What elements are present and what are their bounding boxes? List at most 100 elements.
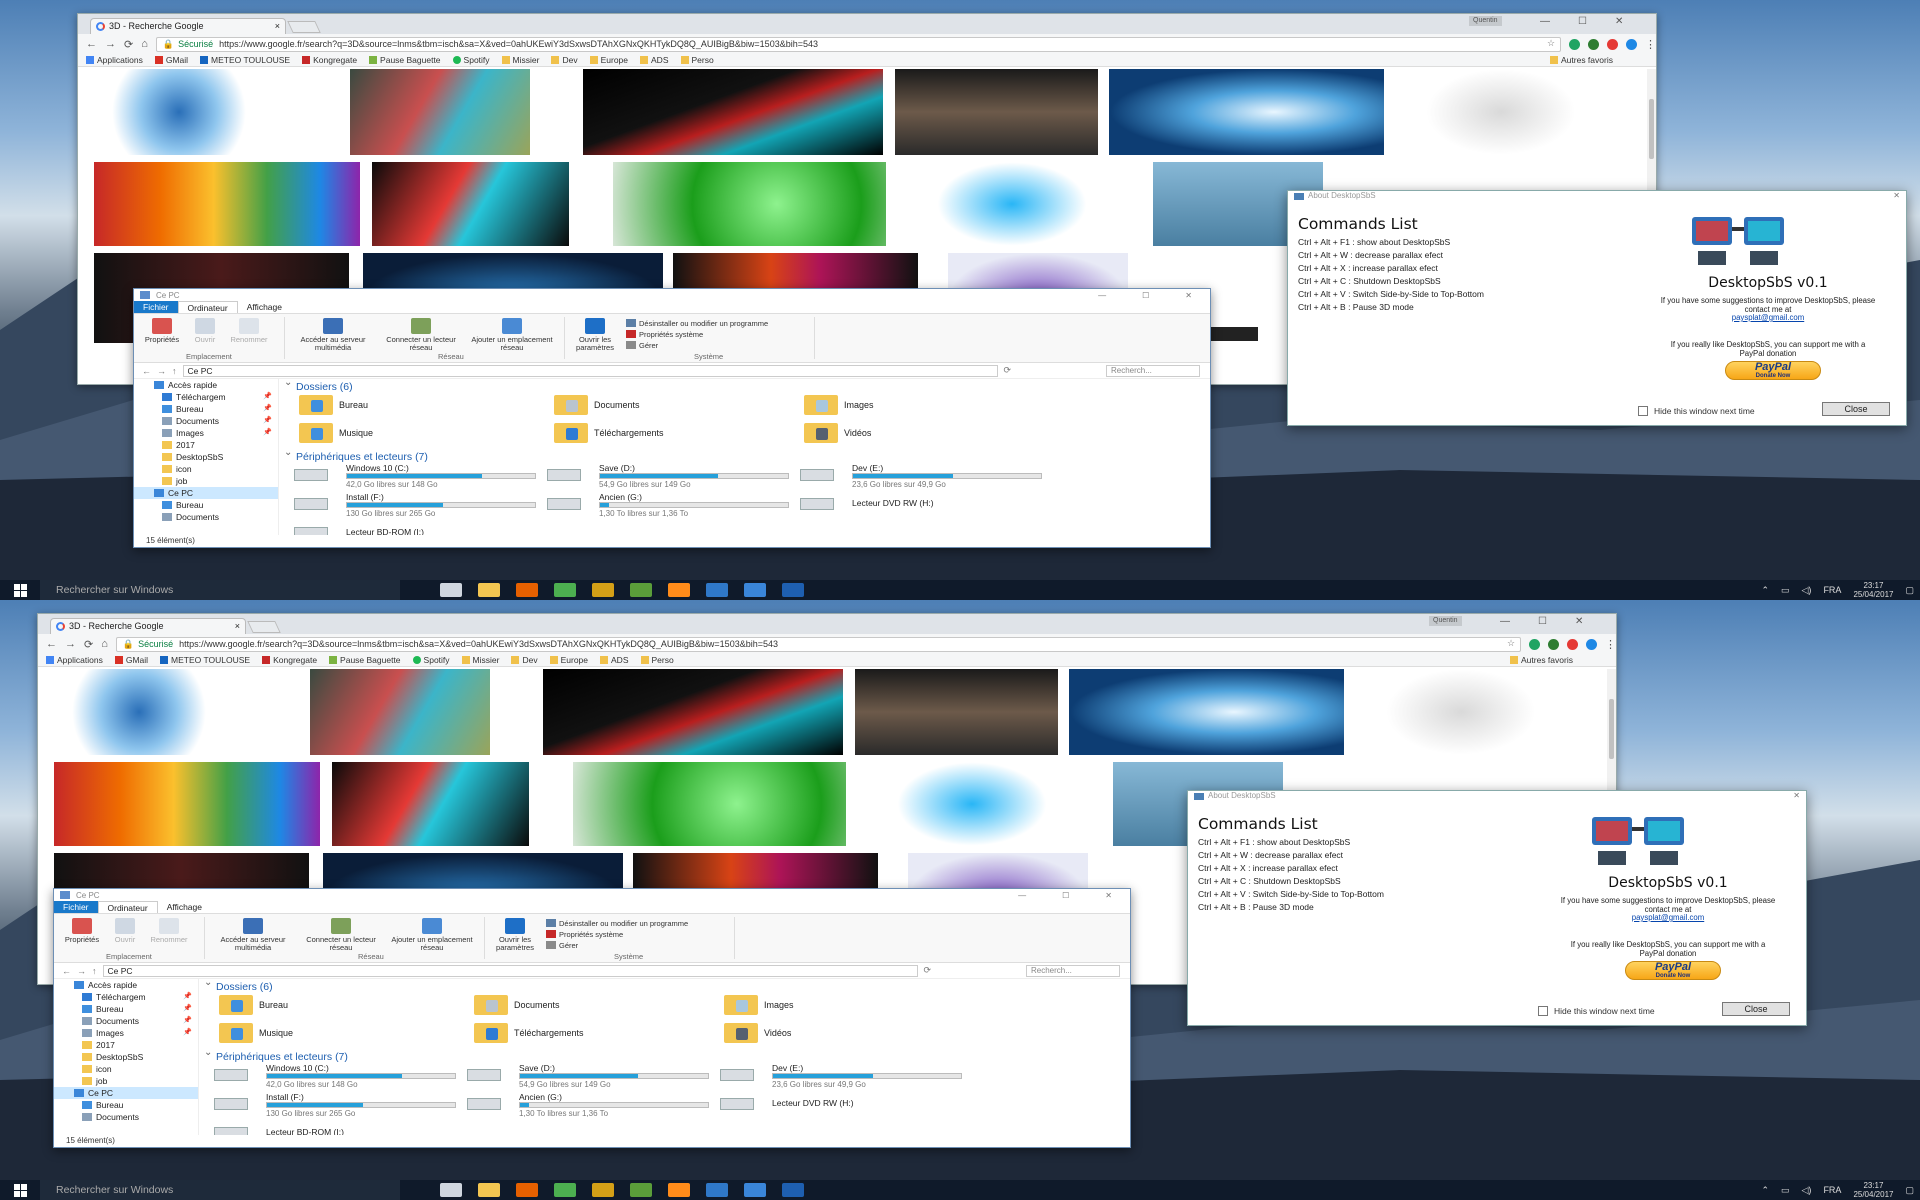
network-icon[interactable]: ▭ (1781, 1185, 1790, 1196)
section-dossiers[interactable]: Dossiers (6) (284, 377, 1199, 395)
ajouter-emplacement-button[interactable]: Ajouter un emplacement réseau (386, 918, 478, 952)
image-result[interactable] (94, 69, 264, 155)
nav-item[interactable]: 2017 (134, 439, 278, 451)
clock[interactable]: 23:17 25/04/2017 (1853, 581, 1893, 599)
image-result[interactable] (583, 69, 883, 155)
back-icon[interactable]: ← (46, 638, 57, 650)
search-input[interactable]: Recherch... (1026, 965, 1120, 977)
maximize-button[interactable]: ☐ (1578, 16, 1587, 27)
extension-icon[interactable] (1569, 38, 1581, 50)
section-dossiers[interactable]: Dossiers (6) (204, 977, 1119, 995)
image-result[interactable] (94, 162, 360, 246)
drive-item[interactable]: Windows 10 (C:) 42,0 Go libres sur 148 Go (214, 1063, 474, 1089)
nav-item[interactable]: Accès rapide (54, 979, 198, 991)
tab-affichage[interactable]: Affichage (158, 901, 211, 913)
nav-item[interactable]: Accès rapide (134, 379, 278, 391)
bookmark-folder[interactable]: Missier (501, 55, 539, 65)
paypal-donate-button[interactable]: PayPal Donate Now (1625, 961, 1721, 980)
image-result[interactable] (310, 669, 490, 755)
close-button[interactable]: Close (1822, 402, 1890, 416)
notifications-icon[interactable]: ▢ (1905, 585, 1914, 596)
search-input[interactable]: Recherch... (1106, 365, 1200, 377)
nav-item[interactable]: icon (134, 463, 278, 475)
bookmark-item[interactable]: Kongregate (262, 655, 317, 665)
nav-item[interactable]: Bureau 📌 (134, 403, 278, 415)
minimize-button[interactable]: — (1500, 616, 1510, 627)
close-icon[interactable]: ✕ (1893, 191, 1900, 201)
new-tab-button[interactable] (247, 621, 281, 633)
image-result[interactable] (937, 162, 1087, 246)
taskbar-app-icon[interactable] (554, 583, 576, 597)
image-result[interactable] (54, 762, 320, 846)
quick-access-toolbar-icon[interactable] (140, 291, 150, 299)
taskbar-app-icon[interactable] (744, 1183, 766, 1197)
drive-item[interactable]: Install (F:) 130 Go libres sur 265 Go (294, 492, 554, 518)
new-tab-button[interactable] (287, 21, 321, 33)
taskbar-search[interactable]: Rechercher sur Windows (40, 1180, 400, 1200)
close-button[interactable]: ✕ (1185, 291, 1192, 300)
extension-icon[interactable] (1588, 38, 1600, 50)
nav-item[interactable]: DesktopSbS (54, 1051, 198, 1063)
nav-item[interactable]: Images 📌 (134, 427, 278, 439)
taskbar-app-icon[interactable] (706, 583, 728, 597)
image-result[interactable] (1386, 669, 1536, 755)
start-button[interactable] (0, 1180, 40, 1200)
up-icon[interactable]: ↑ (92, 966, 97, 976)
image-result[interactable] (543, 669, 843, 755)
bookmark-item[interactable]: Spotify (452, 55, 490, 65)
extension-icon[interactable] (1586, 638, 1598, 650)
drive-item[interactable]: Save (D:) 54,9 Go libres sur 149 Go (467, 1063, 727, 1089)
extension-icon[interactable] (1548, 638, 1560, 650)
extension-icon[interactable] (1567, 638, 1579, 650)
tab-close-icon[interactable]: × (275, 19, 280, 34)
taskbar-app-icon[interactable] (592, 583, 614, 597)
folder-item[interactable]: Téléchargements (474, 1023, 584, 1043)
minimize-button[interactable]: — (1540, 16, 1550, 27)
close-button[interactable]: ✕ (1615, 16, 1623, 27)
minimize-button[interactable]: — (1098, 291, 1106, 300)
tab-fichier[interactable]: Fichier (54, 901, 98, 913)
profile-button[interactable]: Quentin (1469, 16, 1502, 26)
nav-item[interactable]: Ce PC (54, 1087, 198, 1099)
desinstaller-button[interactable]: Désinstaller ou modifier un programme (626, 318, 768, 329)
close-button[interactable]: ✕ (1575, 616, 1583, 627)
nav-item[interactable]: Bureau 📌 (54, 1003, 198, 1015)
image-result[interactable] (1109, 69, 1384, 155)
taskbar-app-icon[interactable] (782, 583, 804, 597)
bookmark-folder[interactable]: Europe (589, 55, 628, 65)
email-link[interactable]: paysplat@gmail.com (1658, 313, 1878, 323)
home-icon[interactable]: ⌂ (101, 638, 108, 650)
bookmark-star-icon[interactable]: ☆ (1507, 638, 1515, 649)
ouvrir-button[interactable]: Ouvrir (188, 318, 222, 344)
renommer-button[interactable]: Renommer (226, 318, 272, 344)
taskbar-search[interactable]: Rechercher sur Windows (40, 580, 400, 600)
clock[interactable]: 23:17 25/04/2017 (1853, 1181, 1893, 1199)
gerer-button[interactable]: Gérer (546, 940, 688, 951)
language-indicator[interactable]: FRA (1823, 1185, 1841, 1195)
bookmark-item[interactable]: Applications (46, 655, 103, 665)
folder-item[interactable]: Images (804, 395, 874, 415)
start-button[interactable] (0, 580, 40, 600)
taskbar-app-icon[interactable] (478, 1183, 500, 1197)
folder-item[interactable]: Documents (474, 995, 560, 1015)
maximize-button[interactable]: ☐ (1142, 291, 1149, 300)
tab-ordinateur[interactable]: Ordinateur (177, 301, 238, 313)
drive-item[interactable]: Windows 10 (C:) 42,0 Go libres sur 148 Go (294, 463, 554, 489)
bookmark-item[interactable]: Applications (86, 55, 143, 65)
tab-close-icon[interactable]: × (235, 619, 240, 634)
folder-item[interactable]: Bureau (299, 395, 368, 415)
tab-ordinateur[interactable]: Ordinateur (97, 901, 158, 913)
image-result[interactable] (1069, 669, 1344, 755)
desinstaller-button[interactable]: Désinstaller ou modifier un programme (546, 918, 688, 929)
path-bar[interactable]: Ce PC (182, 364, 998, 377)
forward-icon[interactable]: → (105, 38, 116, 50)
taskbar-app-icon[interactable] (782, 1183, 804, 1197)
extension-icon[interactable] (1626, 38, 1638, 50)
folder-item[interactable]: Vidéos (804, 423, 871, 443)
nav-item[interactable]: Ce PC (134, 487, 278, 499)
nav-item[interactable]: job (134, 475, 278, 487)
taskbar-app-icon[interactable] (554, 1183, 576, 1197)
menu-icon[interactable]: ⋮ (1645, 38, 1656, 51)
nav-item[interactable]: Bureau (134, 499, 278, 511)
home-icon[interactable]: ⌂ (141, 38, 148, 50)
